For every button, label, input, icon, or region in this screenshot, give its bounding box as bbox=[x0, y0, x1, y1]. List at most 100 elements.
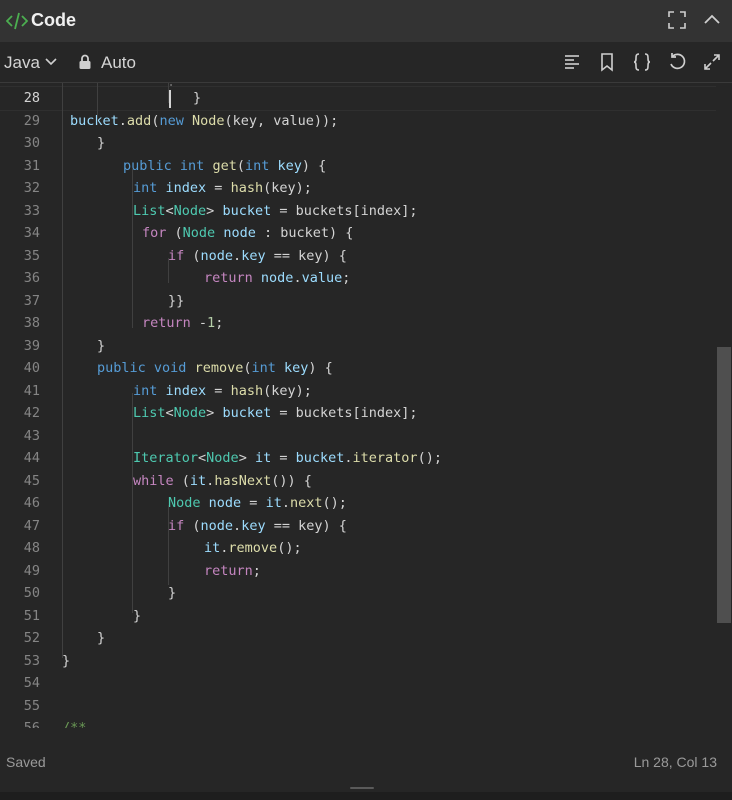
editor-toolbar: Java Auto bbox=[0, 42, 732, 83]
line-number: 39 bbox=[23, 337, 40, 354]
code-editor[interactable]: . 28}29bucket.add(new Node(key, value));… bbox=[0, 83, 716, 728]
line-number: 46 bbox=[23, 495, 40, 511]
code-text: } bbox=[97, 337, 106, 354]
code-text: Node node = it.next(); bbox=[168, 495, 347, 511]
code-text: int index = hash(key); bbox=[133, 180, 312, 196]
code-text: if (node.key == key) { bbox=[168, 247, 347, 264]
line-number: 49 bbox=[23, 562, 40, 579]
code-line[interactable]: 55 bbox=[0, 695, 716, 718]
line-number: 47 bbox=[23, 517, 40, 534]
indent-guide bbox=[168, 505, 169, 585]
code-line[interactable]: 32 int index = hash(key); bbox=[0, 177, 716, 200]
code-text: it.remove(); bbox=[204, 540, 302, 556]
line-number: 31 bbox=[23, 157, 40, 174]
code-line[interactable]: 49 return; bbox=[0, 560, 716, 583]
line-number: 28 bbox=[23, 90, 40, 106]
code-text: } bbox=[193, 90, 202, 106]
line-number: 42 bbox=[23, 405, 40, 421]
line-number: 29 bbox=[23, 112, 40, 129]
auto-mode-label: Auto bbox=[101, 53, 136, 72]
indent-guide bbox=[168, 258, 169, 283]
code-text: } bbox=[97, 630, 106, 646]
code-text: public void remove(int key) { bbox=[97, 360, 333, 376]
code-text: }} bbox=[168, 292, 185, 309]
code-text: return -1; bbox=[142, 315, 224, 331]
code-text: /** bbox=[62, 720, 87, 728]
code-text: while (it.hasNext()) { bbox=[133, 472, 312, 489]
line-number: 45 bbox=[23, 472, 40, 489]
line-number: 37 bbox=[23, 292, 40, 309]
code-line[interactable]: 30} bbox=[0, 132, 716, 155]
code-line[interactable]: 41 int index = hash(key); bbox=[0, 380, 716, 403]
collapse-icon[interactable] bbox=[702, 10, 722, 30]
code-text: for (Node node : bucket) { bbox=[142, 225, 354, 241]
line-number: 38 bbox=[23, 315, 40, 331]
expand-icon[interactable] bbox=[702, 52, 722, 72]
line-number: 51 bbox=[23, 607, 40, 624]
code-line[interactable]: 46 Node node = it.next(); bbox=[0, 492, 716, 515]
bookmark-icon[interactable] bbox=[597, 52, 617, 72]
line-number: 32 bbox=[23, 180, 40, 196]
code-panel: Code Java Auto 28} 29 bucket.add(new No… bbox=[0, 0, 732, 792]
undo-icon[interactable] bbox=[667, 52, 687, 72]
bottom-bar bbox=[0, 792, 732, 800]
code-line[interactable]: 37}} bbox=[0, 290, 716, 313]
code-line[interactable]: 40 public void remove(int key) { bbox=[0, 357, 716, 380]
code-line[interactable]: 35 if (node.key == key) { bbox=[0, 245, 716, 268]
code-line[interactable]: 29 bucket.add(new Node(key, value)); bbox=[0, 110, 716, 133]
code-text: if (node.key == key) { bbox=[168, 517, 347, 534]
code-text: return node.value; bbox=[204, 270, 351, 286]
line-number: 56 bbox=[23, 720, 40, 728]
cursor-position: Ln 28, Col 13 bbox=[633, 754, 717, 770]
resize-handle[interactable] bbox=[350, 787, 374, 789]
code-line[interactable]: 47 if (node.key == key) { bbox=[0, 515, 716, 538]
code-text: } bbox=[133, 607, 142, 624]
code-line[interactable]: 56 /** bbox=[0, 717, 716, 728]
code-line[interactable]: 36 return node.value; bbox=[0, 267, 716, 290]
line-number: 50 bbox=[23, 585, 40, 601]
line-number: 55 bbox=[23, 697, 40, 714]
line-number: 52 bbox=[23, 630, 40, 646]
code-line[interactable]: 53} bbox=[0, 650, 716, 673]
status-bar: Saved Ln 28, Col 13 bbox=[0, 748, 732, 778]
code-line[interactable]: 48 it.remove(); bbox=[0, 537, 716, 560]
save-status: Saved bbox=[6, 754, 46, 770]
indent-guide bbox=[132, 393, 133, 613]
code-line[interactable]: 31 public int get(int key) { bbox=[0, 155, 716, 178]
code-line[interactable]: 51} bbox=[0, 605, 716, 628]
code-line[interactable]: 28} bbox=[0, 86, 716, 111]
code-icon bbox=[6, 12, 28, 30]
braces-icon[interactable] bbox=[632, 52, 652, 72]
language-select[interactable]: Java bbox=[4, 53, 40, 73]
line-number: 36 bbox=[23, 270, 40, 286]
indent-guide bbox=[97, 83, 98, 123]
lock-icon bbox=[79, 54, 91, 69]
code-line[interactable]: 34 for (Node node : bucket) { bbox=[0, 222, 716, 245]
line-number: 30 bbox=[23, 135, 40, 151]
panel-header: Code bbox=[0, 0, 732, 42]
line-number: 53 bbox=[23, 652, 40, 669]
scrollbar-thumb[interactable] bbox=[717, 347, 731, 623]
code-text: public int get(int key) { bbox=[123, 157, 327, 174]
code-line[interactable]: 38 return -1; bbox=[0, 312, 716, 335]
text-cursor bbox=[169, 90, 171, 108]
code-text: int index = hash(key); bbox=[133, 382, 312, 399]
code-line[interactable]: 50} bbox=[0, 582, 716, 605]
line-number: 41 bbox=[23, 382, 40, 399]
code-line[interactable]: 44 Iterator<Node> it = bucket.iterator(); bbox=[0, 447, 716, 470]
code-line[interactable]: 43 bbox=[0, 425, 716, 448]
format-icon[interactable] bbox=[562, 52, 582, 72]
panel-title: Code bbox=[31, 10, 76, 30]
code-line[interactable]: 33 List<Node> bucket = buckets[index]; bbox=[0, 200, 716, 223]
fullscreen-icon[interactable] bbox=[667, 10, 687, 30]
code-line[interactable]: 39} bbox=[0, 335, 716, 358]
code-line[interactable]: 42 List<Node> bucket = buckets[index]; bbox=[0, 402, 716, 425]
code-line[interactable]: 54 bbox=[0, 672, 716, 695]
code-text: } bbox=[168, 585, 177, 601]
chevron-down-icon[interactable] bbox=[44, 56, 58, 68]
code-line[interactable]: 52} bbox=[0, 627, 716, 650]
code-text: Iterator<Node> it = bucket.iterator(); bbox=[133, 450, 442, 466]
code-text: List<Node> bucket = buckets[index]; bbox=[133, 202, 418, 219]
code-line[interactable]: 45 while (it.hasNext()) { bbox=[0, 470, 716, 493]
line-number: 54 bbox=[23, 675, 40, 691]
